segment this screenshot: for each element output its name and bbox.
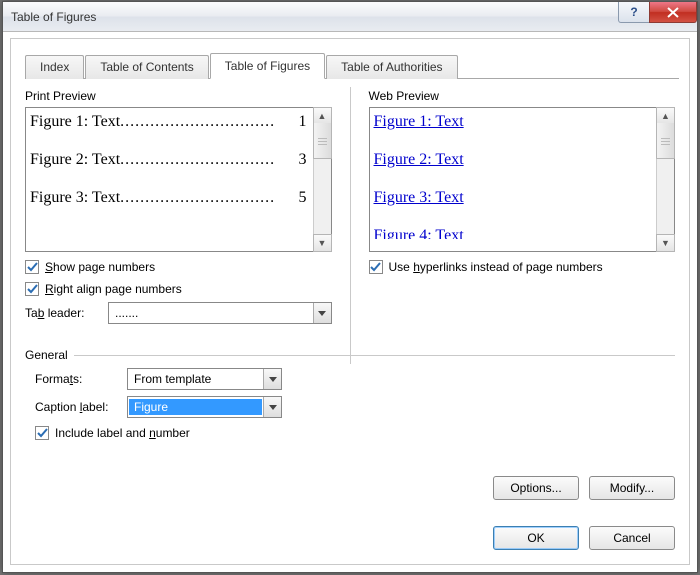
scroll-down-button[interactable]: ▼: [656, 234, 675, 252]
leader-dots: ...............................: [120, 112, 298, 132]
checkbox-icon: [25, 260, 39, 274]
web-preview-link: Figure 1: Text: [374, 112, 651, 132]
web-preview-box: Figure 1: Text Figure 2: Text Figure 3: …: [369, 107, 676, 252]
entry-label: Figure 1: Text: [30, 112, 120, 132]
caption-label-dropdown[interactable]: Figure: [127, 396, 282, 418]
window-title: Table of Figures: [3, 10, 618, 24]
chevron-down-icon: [263, 369, 281, 389]
tab-label: Table of Contents: [100, 60, 193, 74]
tab-leader-label: Tab leader:: [25, 306, 100, 320]
entry-page: 5: [299, 188, 307, 208]
column-divider: [350, 87, 351, 364]
checkbox-icon: [35, 426, 49, 440]
formats-label: Formats:: [35, 372, 127, 386]
tab-figures[interactable]: Table of Figures: [210, 53, 325, 79]
scrollbar[interactable]: ▲ ▼: [313, 108, 331, 251]
entry-page: 3: [299, 150, 307, 170]
checkbox-label: Right align page numbers: [45, 282, 182, 296]
checkbox-label: Include label and number: [55, 426, 190, 440]
use-hyperlinks-checkbox[interactable]: Use hyperlinks instead of page numbers: [369, 260, 676, 274]
tab-label: Table of Authorities: [341, 60, 442, 74]
print-preview-row: Figure 2: Text..........................…: [30, 150, 307, 170]
dropdown-value: From template: [128, 372, 263, 386]
tab-contents[interactable]: Table of Contents: [85, 55, 208, 79]
web-preview-link: Figure 4: Text: [374, 226, 651, 239]
scroll-thumb[interactable]: [656, 123, 675, 159]
scroll-thumb[interactable]: [313, 123, 332, 159]
checkbox-icon: [369, 260, 383, 274]
tab-index[interactable]: Index: [25, 55, 84, 79]
client-area: Index Table of Contents Table of Figures…: [10, 38, 690, 565]
web-preview-link: Figure 3: Text: [374, 188, 651, 208]
titlebar[interactable]: Table of Figures ?: [3, 2, 697, 32]
print-preview-label: Print Preview: [25, 89, 332, 103]
formats-dropdown[interactable]: From template: [127, 368, 282, 390]
chevron-down-icon: [313, 303, 331, 323]
checkbox-label: Use hyperlinks instead of page numbers: [389, 260, 603, 274]
scrollbar[interactable]: ▲ ▼: [656, 108, 674, 251]
entry-label: Figure 3: Text: [30, 188, 120, 208]
dropdown-value: .......: [109, 306, 313, 320]
button-label: Cancel: [613, 531, 650, 545]
chevron-down-icon: [263, 397, 281, 417]
help-button[interactable]: ?: [618, 2, 650, 23]
options-button[interactable]: Options...: [493, 476, 579, 500]
entry-page: 1: [299, 112, 307, 132]
help-icon: ?: [630, 5, 637, 19]
print-preview-row: Figure 1: Text..........................…: [30, 112, 307, 132]
button-label: Modify...: [610, 481, 654, 495]
scroll-track[interactable]: [657, 158, 674, 235]
print-preview-column: Print Preview Figure 1: Text............…: [25, 81, 332, 324]
tab-authorities[interactable]: Table of Authorities: [326, 55, 457, 79]
caption-label-label: Caption label:: [35, 400, 127, 414]
web-preview-column: Web Preview Figure 1: Text Figure 2: Tex…: [369, 81, 676, 324]
leader-dots: ...............................: [120, 188, 298, 208]
dropdown-value: Figure: [129, 399, 262, 415]
checkbox-label: Show page numbers: [45, 260, 155, 274]
tab-label: Table of Figures: [225, 59, 310, 73]
tab-leader-dropdown[interactable]: .......: [108, 302, 332, 324]
scroll-down-button[interactable]: ▼: [313, 234, 332, 252]
close-icon: [667, 7, 679, 18]
button-label: OK: [527, 531, 544, 545]
ok-button[interactable]: OK: [493, 526, 579, 550]
general-label: General: [25, 348, 74, 362]
right-align-checkbox[interactable]: Right align page numbers: [25, 282, 332, 296]
checkbox-icon: [25, 282, 39, 296]
leader-dots: ...............................: [120, 150, 298, 170]
button-label: Options...: [510, 481, 561, 495]
print-preview-box: Figure 1: Text..........................…: [25, 107, 332, 252]
show-page-numbers-checkbox[interactable]: Show page numbers: [25, 260, 332, 274]
web-preview-label: Web Preview: [369, 89, 676, 103]
web-preview-link: Figure 2: Text: [374, 150, 651, 170]
cancel-button[interactable]: Cancel: [589, 526, 675, 550]
include-label-checkbox[interactable]: Include label and number: [35, 426, 675, 440]
close-button[interactable]: [649, 2, 697, 23]
scroll-track[interactable]: [314, 158, 331, 235]
modify-button[interactable]: Modify...: [589, 476, 675, 500]
tabstrip: Index Table of Contents Table of Figures…: [25, 53, 679, 79]
tab-label: Index: [40, 60, 69, 74]
print-preview-row: Figure 3: Text..........................…: [30, 188, 307, 208]
dialog-window: Table of Figures ? Index Table of Conten…: [2, 1, 698, 573]
entry-label: Figure 2: Text: [30, 150, 120, 170]
